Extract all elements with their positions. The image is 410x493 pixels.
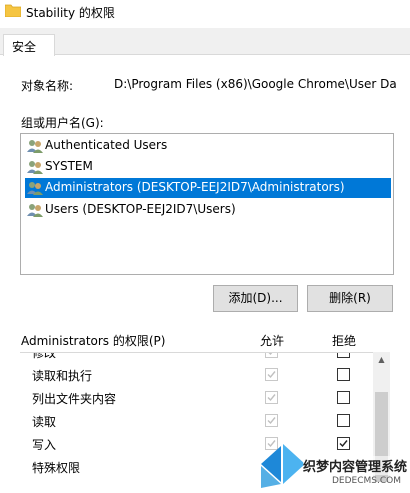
users-list[interactable]: Authenticated Users SYSTEM Administrator… [20,133,394,275]
allow-column-header: 允许 [260,334,285,348]
deny-checkbox[interactable] [337,414,350,427]
tab-strip [0,28,410,55]
allow-checkbox[interactable] [265,353,278,358]
list-item-administrators[interactable]: Administrators (DESKTOP-EEJ2ID7\Administ… [25,178,391,198]
allow-checkbox[interactable] [265,368,278,381]
scroll-up-icon[interactable]: ▲ [373,353,390,367]
user-name: SYSTEM [45,159,93,173]
deny-column-header: 拒绝 [332,334,357,348]
permission-name: 读取 [32,415,57,429]
permissions-label: Administrators 的权限(P) [21,334,166,348]
permission-row-list-folder: 列出文件夹内容 [20,386,372,409]
user-name: Authenticated Users [45,138,168,152]
user-name: Users (DESKTOP-EEJ2ID7\Users) [45,202,236,216]
users-icon [27,161,43,174]
allow-checkbox[interactable] [265,391,278,404]
add-button[interactable]: 添加(D)... [213,285,298,312]
deny-checkbox[interactable] [337,391,350,404]
user-name: Administrators (DESKTOP-EEJ2ID7\Administ… [45,180,345,194]
watermark-text: 织梦内容管理系统 [303,456,408,475]
title-bar: Stability 的权限 [0,0,410,24]
permission-name: 特殊权限 [32,461,81,475]
watermark-url: DEDECMS.COM [332,476,401,486]
list-item-authenticated-users[interactable]: Authenticated Users [25,136,391,156]
deny-checkbox[interactable] [337,353,350,358]
list-item-users[interactable]: Users (DESKTOP-EEJ2ID7\Users) [25,200,391,220]
permission-name: 修改 [32,352,57,360]
permission-name: 读取和执行 [32,369,93,383]
permission-name: 列出文件夹内容 [32,392,117,406]
window-title: Stability 的权限 [26,6,115,20]
permission-name: 写入 [32,438,57,452]
permission-row-read-execute: 读取和执行 [20,363,372,386]
users-icon [27,140,43,153]
permission-row-read: 读取 [20,409,372,432]
tab-security-label: 安全 [12,40,37,54]
object-name-value: D:\Program Files (x86)\Google Chrome\Use… [114,77,397,91]
object-name-label: 对象名称: [21,79,74,93]
permission-row-modify: 修改 [20,352,372,363]
tab-security[interactable]: 安全 [3,34,55,56]
folder-icon [5,4,21,17]
users-icon [27,204,43,217]
allow-checkbox[interactable] [265,414,278,427]
list-item-system[interactable]: SYSTEM [25,157,391,177]
groups-label: 组或用户名(G): [21,116,104,130]
users-icon [27,182,43,195]
deny-checkbox[interactable] [337,368,350,381]
remove-button[interactable]: 删除(R) [307,285,393,312]
